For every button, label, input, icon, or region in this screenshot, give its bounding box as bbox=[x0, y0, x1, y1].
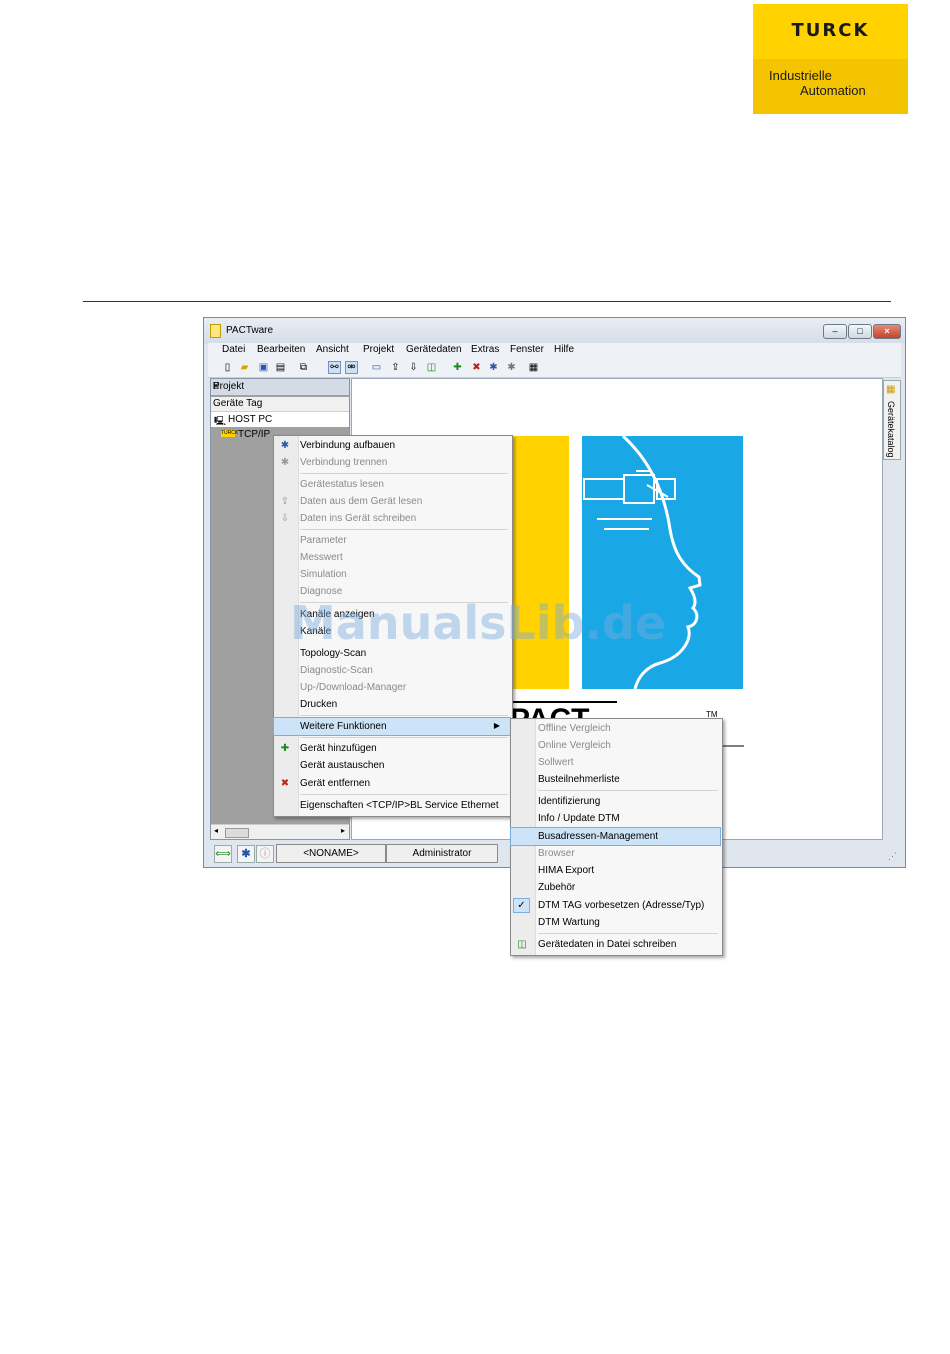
submenu-item-geraetedaten-schreiben[interactable]: ◫ Gerätedaten in Datei schreiben bbox=[511, 936, 720, 953]
tree-item-label: TCP/IP bbox=[238, 429, 271, 440]
remove-device-icon: ✖ bbox=[280, 778, 290, 789]
panel-close-icon[interactable]: × bbox=[213, 381, 346, 392]
submenu-item-info-update-dtm[interactable]: Info / Update DTM bbox=[511, 810, 720, 827]
disconnect-toolbar-icon[interactable]: ⚮ bbox=[345, 361, 358, 374]
menu-geraetedaten[interactable]: Gerätedaten bbox=[406, 344, 462, 355]
menu-item-simulation[interactable]: Simulation bbox=[274, 566, 510, 583]
resize-grip-icon[interactable]: ⋰ bbox=[888, 851, 897, 862]
save-icon[interactable]: ▣ bbox=[258, 362, 269, 373]
device-catalog-tab[interactable]: ▦ Gerätekatalog bbox=[883, 380, 901, 460]
submenu-item-dtm-tag-vorbesetzen[interactable]: ✓ DTM TAG vorbesetzen (Adresse/Typ) bbox=[511, 897, 720, 914]
submenu-arrow-icon: ▶ bbox=[493, 721, 500, 730]
menu-item-geraet-hinzufuegen[interactable]: ✚ Gerät hinzufügen bbox=[274, 740, 510, 757]
submenu-item-busteilnehmerliste[interactable]: Busteilnehmerliste bbox=[511, 771, 720, 788]
tree-item-label: HOST PC bbox=[228, 414, 273, 425]
menu-extras[interactable]: Extras bbox=[471, 344, 499, 355]
horizontal-scrollbar[interactable]: ◂ ▸ bbox=[211, 824, 349, 839]
menu-item-verbindung-aufbauen[interactable]: ✱ Verbindung aufbauen bbox=[274, 437, 510, 454]
menu-item-weitere-funktionen[interactable]: Weitere Funktionen ▶ bbox=[273, 717, 511, 736]
app-icon bbox=[210, 324, 221, 338]
write-file-icon: ◫ bbox=[517, 939, 527, 950]
window-icon[interactable]: ▭ bbox=[371, 362, 382, 373]
turck-logo: TURCK Industrielle Automation bbox=[753, 4, 908, 114]
user-field: Administrator bbox=[386, 844, 498, 863]
divider-line bbox=[83, 301, 891, 302]
logo-line1: Industrielle bbox=[769, 68, 832, 83]
menu-ansicht[interactable]: Ansicht bbox=[316, 344, 349, 355]
column-label: Geräte Tag bbox=[213, 398, 263, 409]
catalog-label: Gerätekatalog bbox=[886, 401, 896, 458]
scroll-left-icon[interactable]: ◂ bbox=[214, 826, 218, 835]
network-icon[interactable]: ✱ bbox=[488, 362, 499, 373]
submenu-item-dtm-wartung[interactable]: DTM Wartung bbox=[511, 914, 720, 931]
submenu-item-identifizierung[interactable]: Identifizierung bbox=[511, 793, 720, 810]
open-icon[interactable]: ▰ bbox=[239, 362, 250, 373]
upload-icon: ⇪ bbox=[280, 496, 290, 507]
disconnect-icon: ✱ bbox=[280, 457, 290, 468]
menu-projekt[interactable]: Projekt bbox=[363, 344, 394, 355]
properties-icon[interactable]: ▦ bbox=[528, 362, 539, 373]
menu-hilfe[interactable]: Hilfe bbox=[554, 344, 574, 355]
copy-icon[interactable]: ⧉ bbox=[298, 362, 309, 373]
watermark: ManualsLib.de bbox=[290, 596, 667, 650]
menu-bearbeiten[interactable]: Bearbeiten bbox=[257, 344, 305, 355]
add-device-icon[interactable]: ✚ bbox=[452, 362, 463, 373]
splash-yellow-bar bbox=[510, 436, 569, 689]
network-status-icon[interactable]: ✱ bbox=[237, 845, 255, 863]
online-icon[interactable]: ⟺ bbox=[214, 845, 232, 863]
connect-icon: ✱ bbox=[280, 440, 290, 451]
checkmark-icon: ✓ bbox=[513, 898, 530, 913]
title-bar[interactable]: PACTware – □ × bbox=[204, 318, 905, 344]
menu-item-geraet-entfernen[interactable]: ✖ Gerät entfernen bbox=[274, 775, 510, 792]
menu-bar: Datei Bearbeiten Ansicht Projekt Geräted… bbox=[208, 343, 901, 359]
menu-item-daten-lesen[interactable]: ⇪ Daten aus dem Gerät lesen bbox=[274, 493, 510, 510]
network-off-icon[interactable]: ✱ bbox=[506, 362, 517, 373]
connect-toolbar-icon[interactable]: ⚯ bbox=[328, 361, 341, 374]
menu-fenster[interactable]: Fenster bbox=[510, 344, 544, 355]
column-header[interactable]: Geräte Tag bbox=[211, 397, 349, 412]
turck-device-icon: TURCK bbox=[221, 430, 239, 437]
submenu-item-offline-vergleich[interactable]: Offline Vergleich bbox=[511, 720, 720, 737]
menu-item-parameter[interactable]: Parameter bbox=[274, 532, 510, 549]
menu-item-geraet-austauschen[interactable]: Gerät austauschen bbox=[274, 757, 510, 774]
upload-icon[interactable]: ⇪ bbox=[390, 362, 401, 373]
close-button[interactable]: × bbox=[873, 324, 901, 339]
download-icon: ⇩ bbox=[280, 513, 290, 524]
catalog-icon: ▦ bbox=[886, 384, 896, 395]
menu-item-diagnostic-scan[interactable]: Diagnostic-Scan bbox=[274, 662, 510, 679]
logo-brand: TURCK bbox=[791, 20, 870, 41]
menu-item-messwert[interactable]: Messwert bbox=[274, 549, 510, 566]
menu-item-verbindung-trennen[interactable]: ✱ Verbindung trennen bbox=[274, 454, 510, 471]
submenu-item-zubehoer[interactable]: Zubehör bbox=[511, 879, 720, 896]
menu-item-daten-schreiben[interactable]: ⇩ Daten ins Gerät schreiben bbox=[274, 510, 510, 527]
menu-item-geraetestatus-lesen[interactable]: Gerätestatus lesen bbox=[274, 476, 510, 493]
scroll-right-icon[interactable]: ▸ bbox=[341, 826, 345, 835]
project-name-field: <NONAME> bbox=[276, 844, 386, 863]
menu-item-drucken[interactable]: Drucken bbox=[274, 696, 510, 713]
print-icon[interactable]: ▤ bbox=[275, 362, 286, 373]
submenu-item-online-vergleich[interactable]: Online Vergleich bbox=[511, 737, 720, 754]
submenu-item-sollwert[interactable]: Sollwert bbox=[511, 754, 720, 771]
info-icon[interactable]: ⓘ bbox=[256, 845, 274, 863]
minimize-button[interactable]: – bbox=[823, 324, 847, 339]
add-device-icon: ✚ bbox=[280, 743, 290, 754]
menu-item-up-download-manager[interactable]: Up-/Download-Manager bbox=[274, 679, 510, 696]
scroll-thumb[interactable] bbox=[225, 828, 249, 838]
new-icon[interactable]: ▯ bbox=[222, 362, 233, 373]
remove-device-icon[interactable]: ✖ bbox=[471, 362, 482, 373]
toolbar: ▯ ▰ ▣ ▤ ⧉ ⚯ ⚮ ▭ ⇪ ⇩ ◫ ✚ ✖ ✱ ✱ ▦ bbox=[208, 359, 901, 378]
submenu-item-browser[interactable]: Browser bbox=[511, 845, 720, 862]
window-title: PACTware bbox=[226, 325, 274, 336]
menu-datei[interactable]: Datei bbox=[222, 344, 245, 355]
submenu-item-busadressen-management[interactable]: Busadressen-Management bbox=[510, 827, 721, 846]
logo-line2: Automation bbox=[800, 83, 866, 98]
maximize-button[interactable]: □ bbox=[848, 324, 872, 339]
menu-item-eigenschaften[interactable]: Eigenschaften <TCP/IP>BL Service Etherne… bbox=[274, 797, 510, 814]
channel-icon[interactable]: ◫ bbox=[426, 362, 437, 373]
submenu-item-hima-export[interactable]: HIMA Export bbox=[511, 862, 720, 879]
download-icon[interactable]: ⇩ bbox=[408, 362, 419, 373]
submenu-weitere-funktionen: Offline Vergleich Online Vergleich Sollw… bbox=[510, 718, 723, 956]
tree-item-host-pc[interactable]: 🖳 HOST PC bbox=[211, 412, 349, 427]
